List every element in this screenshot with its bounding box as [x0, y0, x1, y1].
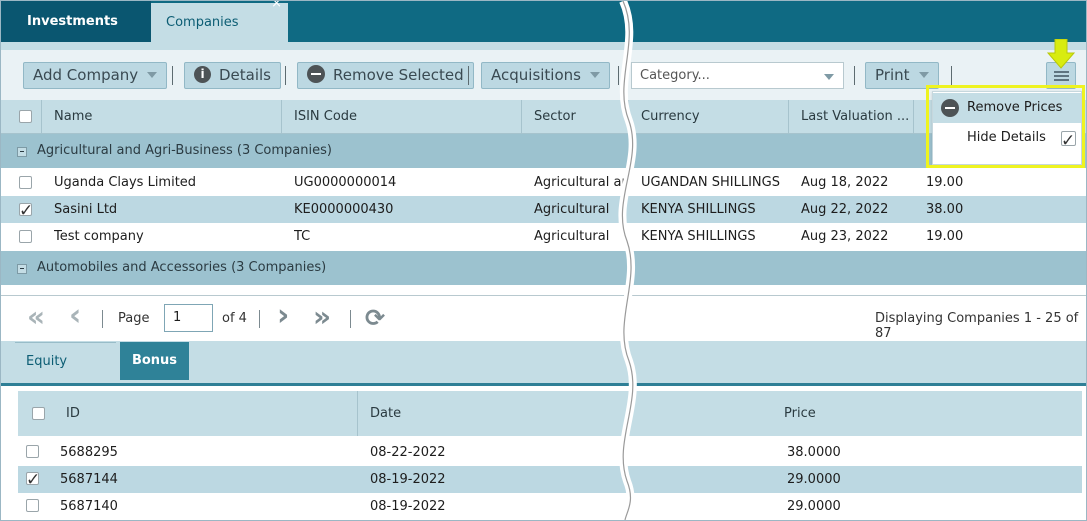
- arrow-down-icon: [1047, 39, 1075, 69]
- app-window: Investments Links Companies × Add Compan…: [0, 0, 1087, 521]
- cut-separator: [618, 1, 637, 520]
- highlight-box: [926, 85, 1085, 168]
